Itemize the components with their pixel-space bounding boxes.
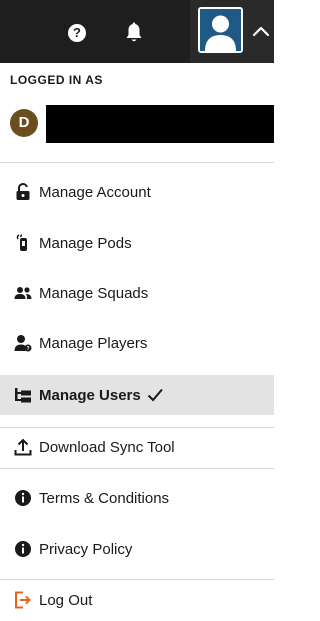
menu-item-label: Log Out bbox=[39, 591, 93, 609]
menu-item-manage-players[interactable]: ? Manage Players bbox=[0, 323, 274, 363]
user-avatar-icon[interactable] bbox=[198, 7, 243, 53]
checkmark-icon bbox=[147, 388, 163, 402]
bell-icon[interactable] bbox=[124, 22, 144, 44]
menu-item-label: Manage Squads bbox=[39, 284, 149, 302]
menu-item-manage-pods[interactable]: Manage Pods bbox=[0, 223, 274, 263]
menu-item-label: Manage Account bbox=[39, 183, 151, 201]
divider bbox=[0, 468, 274, 469]
menu-item-label: Terms & Conditions bbox=[39, 489, 170, 507]
logged-in-as-label: LOGGED IN AS bbox=[10, 73, 103, 87]
menu-item-manage-account[interactable]: Manage Account bbox=[0, 172, 274, 212]
menu-item-privacy-policy[interactable]: Privacy Policy bbox=[0, 529, 274, 569]
username-redacted bbox=[46, 105, 274, 143]
menu-item-download-sync-tool[interactable]: Download Sync Tool bbox=[0, 427, 274, 467]
user-initial-avatar: D bbox=[10, 109, 38, 137]
menu-item-manage-users[interactable]: Manage Users bbox=[0, 375, 274, 415]
info-icon bbox=[14, 489, 32, 507]
menu-item-terms-conditions[interactable]: Terms & Conditions bbox=[0, 478, 274, 518]
menu-item-log-out[interactable]: Log Out bbox=[0, 580, 274, 620]
help-icon[interactable]: ? bbox=[68, 24, 86, 42]
logout-icon bbox=[14, 591, 32, 609]
menu-item-label: Manage Players bbox=[39, 334, 148, 352]
menu-item-label: Download Sync Tool bbox=[39, 438, 175, 456]
menu-item-label: Manage Pods bbox=[39, 234, 132, 252]
svg-text:?: ? bbox=[26, 346, 29, 352]
hierarchy-icon bbox=[14, 386, 32, 404]
menu-item-manage-squads[interactable]: Manage Squads bbox=[0, 273, 274, 313]
group-icon bbox=[14, 284, 32, 302]
lock-icon bbox=[14, 183, 32, 201]
upload-icon bbox=[14, 438, 32, 456]
chevron-up-icon[interactable] bbox=[251, 24, 271, 38]
pod-device-icon bbox=[14, 234, 32, 252]
top-bar: ? bbox=[0, 0, 274, 63]
menu-item-label: Privacy Policy bbox=[39, 540, 133, 558]
player-icon: ? bbox=[14, 334, 32, 352]
divider bbox=[0, 162, 274, 163]
info-icon bbox=[14, 540, 32, 558]
menu-item-label: Manage Users bbox=[39, 386, 141, 404]
